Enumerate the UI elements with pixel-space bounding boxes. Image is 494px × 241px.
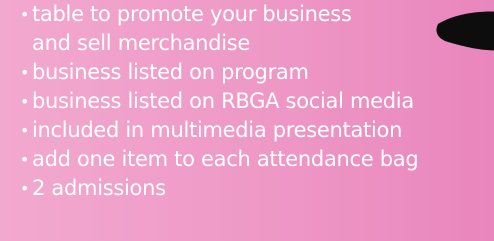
benefit-item-multimedia: • included in multimedia presentation bbox=[0, 116, 494, 145]
benefit-item-table: • table to promote your business and sel… bbox=[0, 0, 494, 58]
benefits-list: • table to promote your business and sel… bbox=[0, 0, 494, 203]
benefit-text-line: table to promote your business bbox=[32, 2, 352, 26]
benefit-item-program: • business listed on program bbox=[0, 58, 494, 87]
benefit-item-attendance-bag: • add one item to each attendance bag bbox=[0, 145, 494, 174]
benefit-text-line: business listed on program bbox=[32, 60, 309, 84]
benefit-item-admissions: • 2 admissions bbox=[0, 174, 494, 203]
benefit-text-line: business listed on RBGA social media bbox=[32, 89, 414, 113]
bullet-icon: • bbox=[20, 150, 30, 169]
benefit-item-social-media: • business listed on RBGA social media bbox=[0, 87, 494, 116]
benefit-text-line: add one item to each attendance bag bbox=[32, 147, 419, 171]
bullet-icon: • bbox=[20, 92, 30, 111]
bullet-icon: • bbox=[20, 5, 30, 24]
benefit-text-line: 2 admissions bbox=[32, 176, 166, 200]
bullet-icon: • bbox=[20, 63, 30, 82]
bullet-icon: • bbox=[20, 121, 30, 140]
benefit-text-line: and sell merchandise bbox=[32, 31, 250, 55]
bullet-icon: • bbox=[20, 179, 30, 198]
benefit-text-line: included in multimedia presentation bbox=[32, 118, 403, 142]
